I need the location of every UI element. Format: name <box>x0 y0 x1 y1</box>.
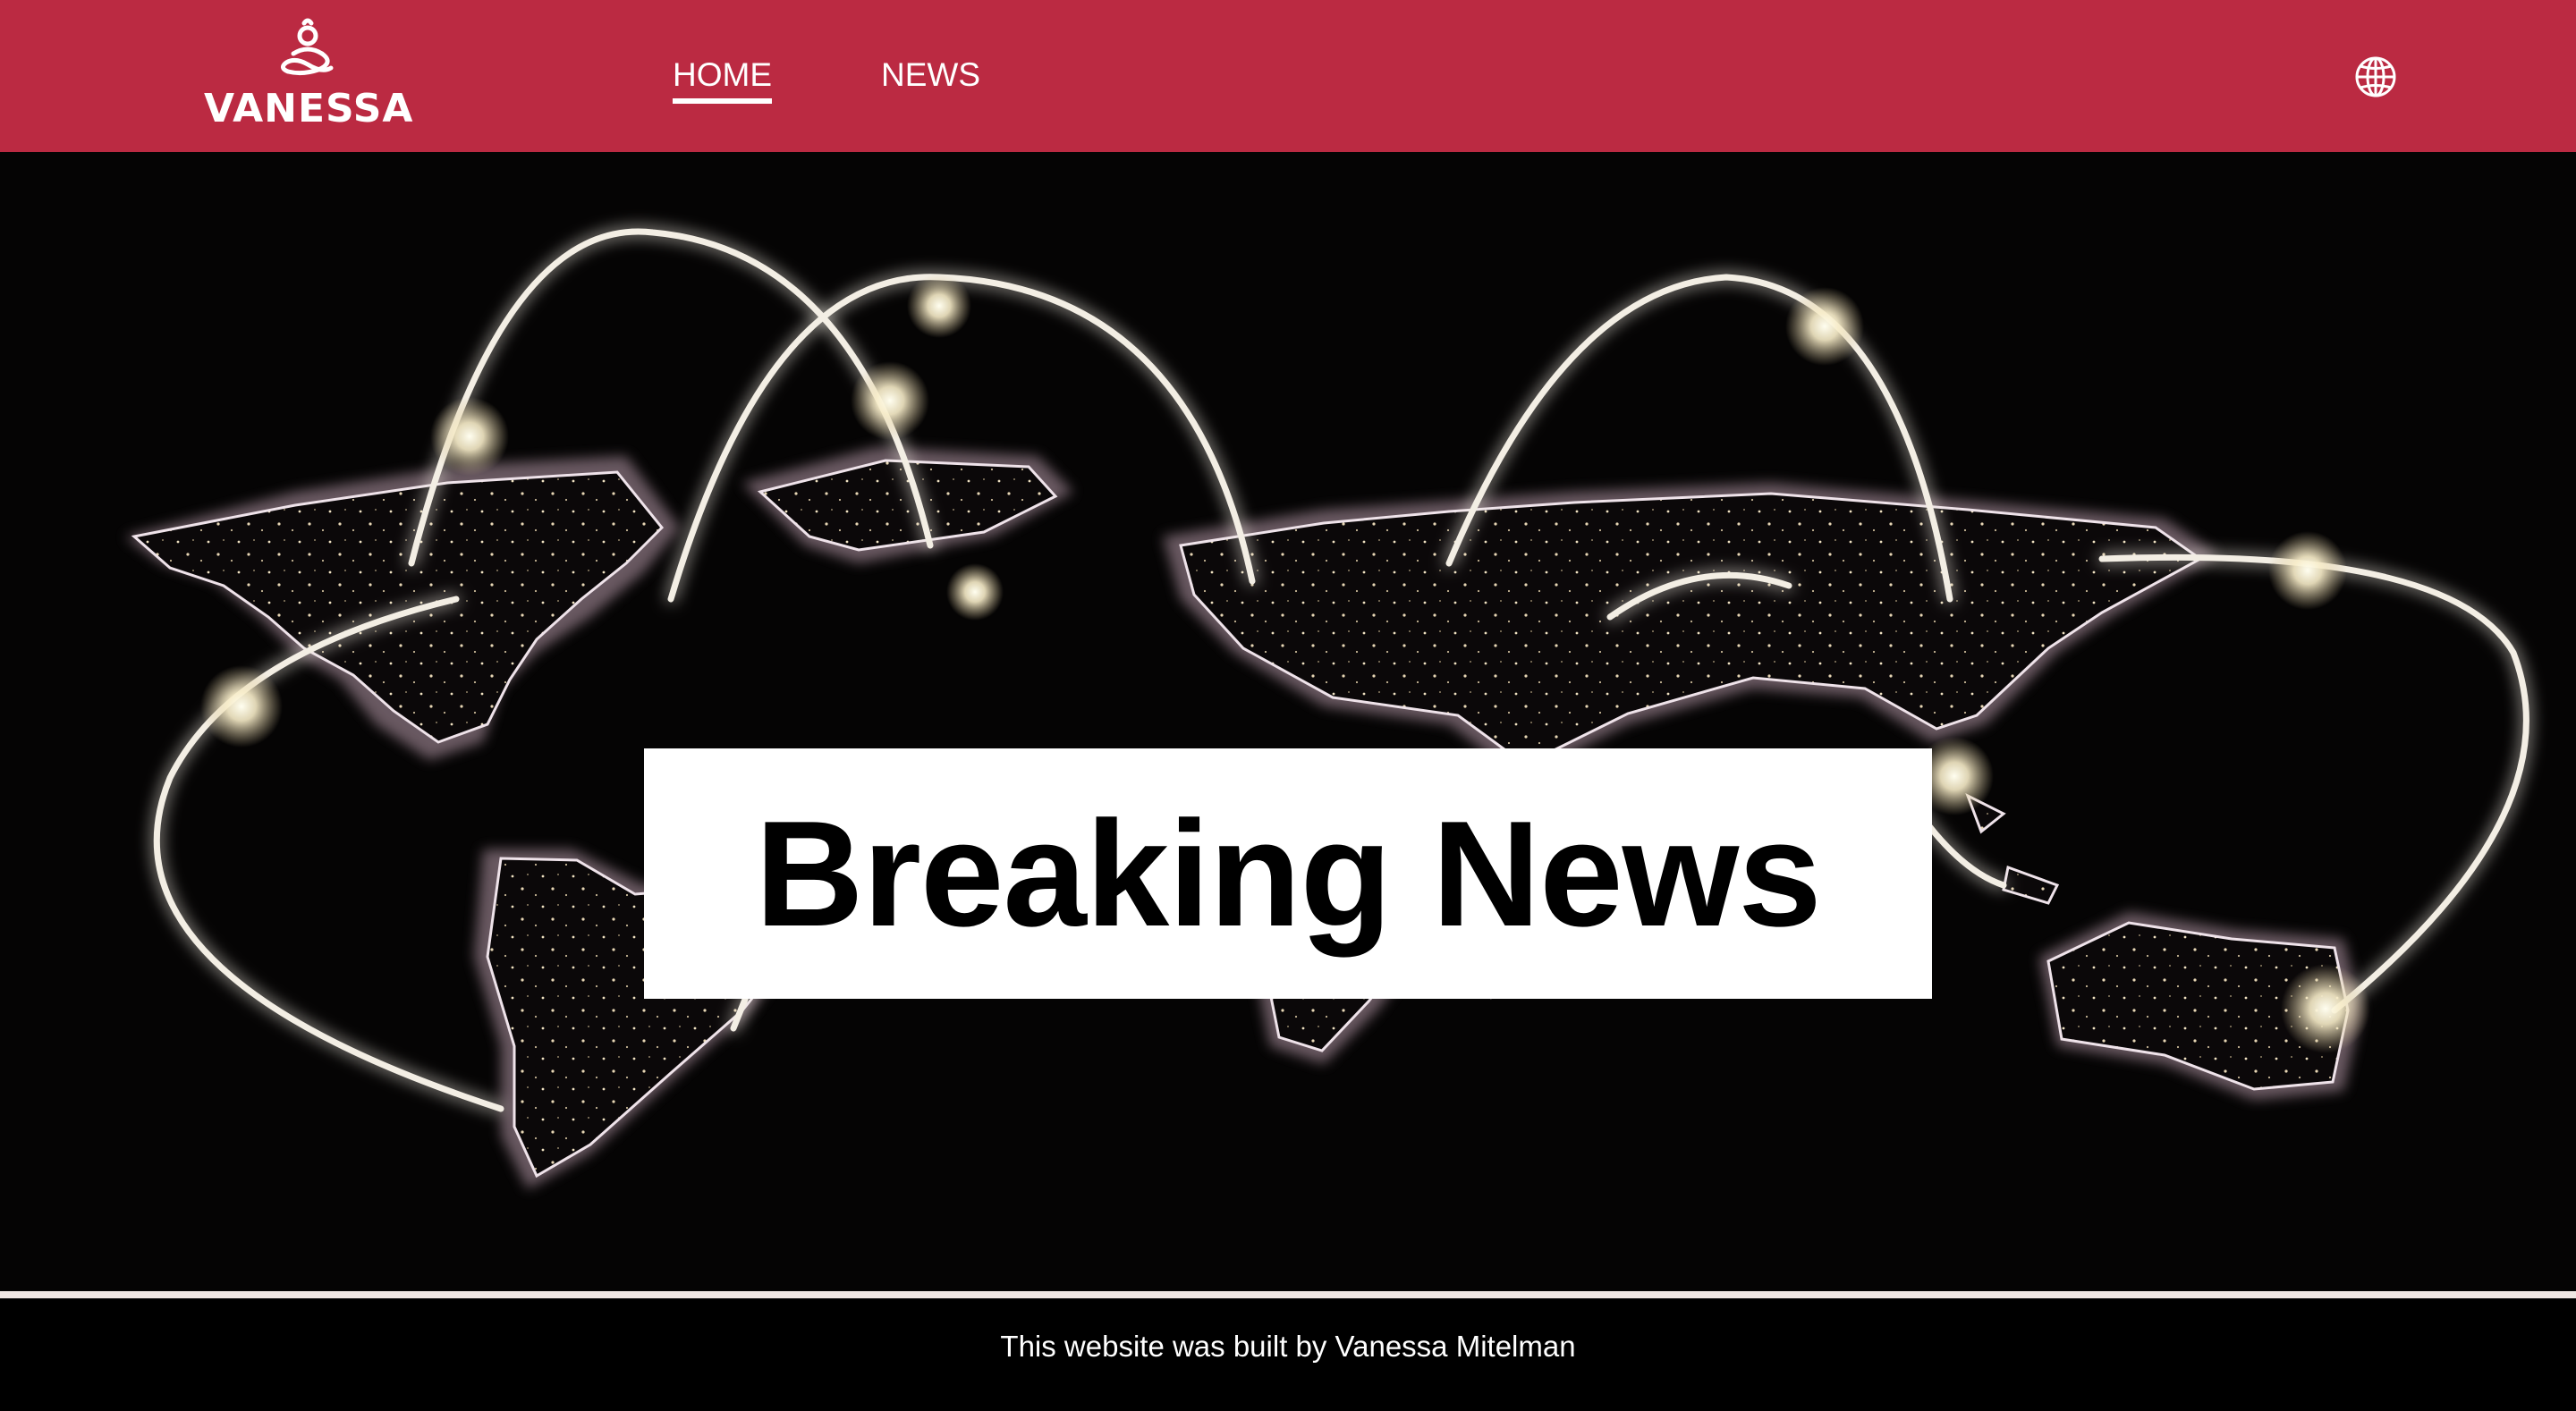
nav-home-link[interactable]: HOME <box>673 55 772 104</box>
globe-icon[interactable] <box>2354 55 2397 98</box>
hero-section: Breaking News <box>0 152 2576 1291</box>
brand-name: VANESSA <box>204 86 414 131</box>
site-header: VANESSA HOME NEWS <box>0 0 2576 152</box>
site-footer: This website was built by Vanessa Mitelm… <box>0 1298 2576 1411</box>
page-title: Breaking News <box>755 790 1821 958</box>
world-map-network-image <box>125 228 2529 1189</box>
footer-credit: This website was built by Vanessa Mitelm… <box>1000 1330 1576 1363</box>
footer-divider <box>0 1291 2576 1298</box>
headline-box: Breaking News <box>644 748 1932 999</box>
brand-logo[interactable]: VANESSA <box>204 18 414 134</box>
meditation-figure-icon <box>281 18 334 76</box>
page: VANESSA HOME NEWS Breaking News This web… <box>0 0 2576 1411</box>
nav-news-link[interactable]: NEWS <box>881 55 980 95</box>
